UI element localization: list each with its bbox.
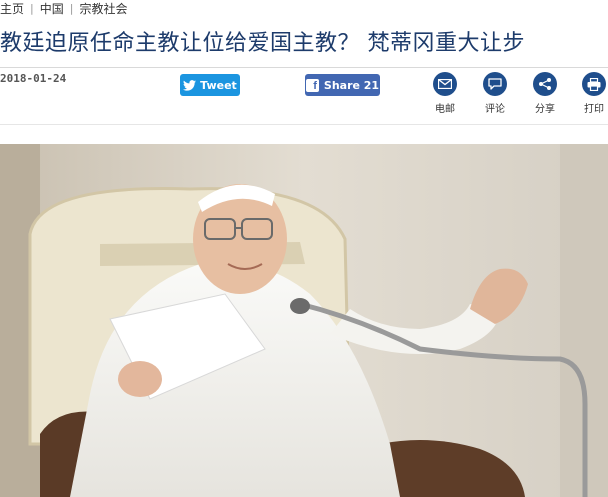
comment-label: 评论 (485, 104, 505, 115)
comment-tool[interactable]: 评论 (475, 72, 515, 116)
divider (0, 124, 608, 125)
facebook-share-button[interactable]: f Share 21 (305, 74, 380, 96)
breadcrumb-separator: | (30, 2, 34, 15)
print-tool[interactable]: 打印 (574, 72, 608, 116)
comment-icon (483, 72, 507, 96)
email-tool[interactable]: 电邮 (425, 72, 465, 116)
twitter-bird-icon (183, 79, 197, 91)
page-title: 教廷迫原任命主教让位给爱国主教？ 梵蒂冈重大让步 (0, 31, 525, 56)
article-photo (0, 144, 608, 497)
breadcrumb-china[interactable]: 中国 (40, 0, 64, 17)
email-label: 电邮 (435, 104, 455, 115)
divider (0, 67, 608, 68)
breadcrumb: 主页 | 中国 | 宗教社会 (0, 0, 127, 17)
share-count-label: Share 21 (323, 78, 380, 92)
tweet-button[interactable]: Tweet (180, 74, 240, 96)
share-label: 分享 (535, 104, 555, 115)
share-tool[interactable]: 分享 (525, 72, 565, 116)
photo-illustration (0, 144, 608, 497)
breadcrumb-home[interactable]: 主页 (0, 0, 24, 17)
tweet-label: Tweet (200, 78, 237, 92)
article-date: 2018-01-24 (0, 72, 67, 85)
share-icon (533, 72, 557, 96)
mail-icon (433, 72, 457, 96)
breadcrumb-separator: | (69, 2, 74, 15)
facebook-icon: f (305, 78, 319, 92)
print-label: 打印 (584, 104, 604, 115)
print-icon (582, 72, 606, 96)
breadcrumb-religion-society[interactable]: 宗教社会 (79, 0, 127, 17)
